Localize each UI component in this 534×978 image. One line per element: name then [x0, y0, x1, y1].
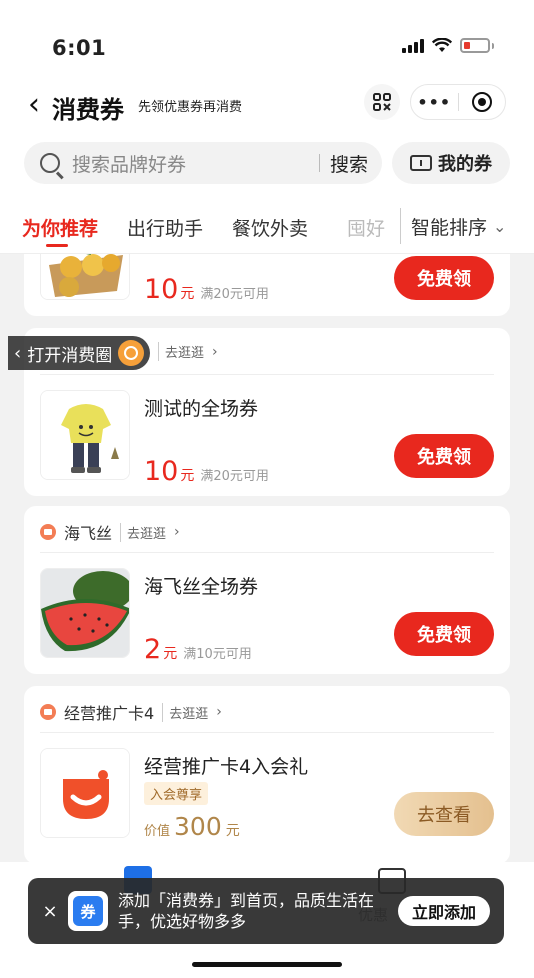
tab-food[interactable]: 餐饮外卖: [232, 214, 308, 241]
search-bar[interactable]: 搜索品牌好券 搜索: [24, 142, 382, 184]
shop-name: 经营推广卡4: [64, 704, 155, 723]
open-circle-label: 打开消费圈: [27, 345, 113, 366]
product-thumbnail: [40, 254, 130, 300]
battery-icon: [460, 38, 490, 53]
visit-shop-link[interactable]: 去逛逛: [162, 702, 208, 722]
coupon-value: 价值 300 元: [144, 812, 240, 841]
add-now-button[interactable]: 立即添加: [398, 896, 490, 926]
tab-active-indicator: [46, 244, 68, 247]
target-icon: [471, 92, 492, 112]
scan-button[interactable]: [364, 84, 400, 120]
back-icon[interactable]: ‹: [28, 90, 40, 120]
coupon-name: 经营推广卡4入会礼: [144, 756, 309, 778]
coupon-name: 海飞丝全场券: [144, 576, 259, 598]
page-subtitle: 先领优惠券再消费: [138, 100, 243, 115]
chevron-down-icon: ⌄: [493, 216, 507, 236]
shop-icon: [40, 524, 56, 540]
price-condition: 满10元可用: [183, 647, 252, 662]
visit-shop-link[interactable]: 去逛逛: [158, 342, 204, 361]
claim-button[interactable]: 免费领: [394, 612, 494, 656]
search-row: 搜索品牌好券 搜索 我的券: [0, 128, 534, 198]
shop-name: 海飞丝: [64, 524, 113, 543]
chevron-right-icon: ›: [216, 704, 222, 720]
oranges-image: [41, 254, 129, 299]
chevron-left-icon: ‹: [14, 342, 22, 364]
price-value: 2: [144, 634, 162, 665]
brand-logo-image: [41, 749, 129, 837]
visit-shop-link[interactable]: 去逛逛: [120, 522, 166, 542]
coupon-card: 10 元 满20元可用 免费领: [24, 254, 510, 316]
chevron-right-icon: ›: [212, 343, 218, 360]
price-unit: 元: [180, 286, 195, 302]
open-circle-button[interactable]: ‹ 打开消费圈: [8, 336, 151, 370]
price-unit: 元: [180, 468, 195, 484]
value-unit: 元: [225, 823, 240, 839]
more-button[interactable]: •••: [411, 93, 458, 112]
mini-program-capsule: •••: [410, 84, 506, 120]
member-tag: 入会尊享: [144, 782, 209, 805]
page-title: 消费券: [52, 96, 124, 124]
price-value: 10: [144, 274, 179, 305]
price-value: 10: [144, 456, 179, 487]
coupon-name: 测试的全场券: [144, 398, 259, 420]
tab-stock[interactable]: 囤好: [347, 214, 385, 241]
status-bar: 6:01: [0, 0, 534, 84]
search-input[interactable]: 搜索品牌好券: [72, 150, 319, 177]
scan-icon: [373, 93, 391, 111]
kids-outfit-image: [41, 391, 129, 479]
status-time: 6:01: [52, 36, 107, 60]
coupon-card: 经营推广卡4 去逛逛 › 经营推广卡4入会礼 入会尊享 价值 300 元 去查看: [24, 686, 510, 864]
divider: [40, 374, 494, 375]
view-button[interactable]: 去查看: [394, 792, 494, 836]
coupon-price: 10 元 满20元可用: [144, 456, 269, 487]
my-coupons-button[interactable]: 我的券: [392, 142, 510, 184]
value-amount: 300: [174, 812, 222, 841]
coupon-card: 海飞丝 去逛逛 › 海飞丝全场券 2 元 满10元可用 免费领: [24, 506, 510, 674]
signal-icon: [402, 38, 424, 53]
product-thumbnail: [40, 748, 130, 838]
coupon-price: 10 元 满20元可用: [144, 274, 269, 305]
product-thumbnail: [40, 568, 130, 658]
ticket-icon: [410, 155, 432, 171]
close-miniprogram-button[interactable]: [458, 92, 505, 112]
claim-button[interactable]: 免费领: [394, 256, 494, 300]
my-coupons-label: 我的券: [438, 154, 492, 175]
chevron-right-icon: ›: [174, 524, 180, 540]
price-unit: 元: [163, 646, 178, 662]
status-icons: [402, 38, 494, 53]
shop-header[interactable]: 海飞丝 去逛逛 ›: [40, 520, 180, 544]
divider: [40, 732, 494, 733]
divider: [40, 552, 494, 553]
search-button[interactable]: 搜索: [320, 150, 382, 177]
home-indicator: [192, 962, 342, 967]
value-label: 价值: [144, 824, 171, 839]
shop-header[interactable]: 经营推广卡4 去逛逛 ›: [40, 700, 222, 724]
tab-recommend[interactable]: 为你推荐: [22, 214, 98, 241]
app-logo: 券: [68, 891, 108, 931]
toast-message: 添加「消费券」到首页，品质生活在手，优选好物多多: [118, 891, 375, 931]
app-logo-text: 券: [73, 896, 103, 926]
close-icon[interactable]: ×: [32, 901, 68, 922]
add-to-home-toast: × 券 添加「消费券」到首页，品质生活在手，优选好物多多 立即添加: [28, 878, 504, 944]
price-condition: 满20元可用: [200, 287, 269, 302]
search-icon: [40, 153, 60, 173]
battery-tip: [492, 42, 494, 49]
category-tabs: 为你推荐 出行助手 餐饮外卖 囤好 智能排序 ⌄: [0, 198, 534, 254]
claim-button[interactable]: 免费领: [394, 434, 494, 478]
tab-travel[interactable]: 出行助手: [127, 214, 203, 241]
price-condition: 满20元可用: [200, 469, 269, 484]
watermelon-image: [41, 569, 129, 657]
sort-label: 智能排序: [411, 216, 488, 239]
nav-bar: ‹ 消费券 先领优惠券再消费 •••: [0, 84, 534, 128]
product-thumbnail: [40, 390, 130, 480]
coupon-price: 2 元 满10元可用: [144, 634, 252, 665]
wifi-icon: [432, 38, 452, 52]
sort-dropdown[interactable]: 智能排序 ⌄: [400, 208, 534, 244]
shop-icon: [40, 704, 56, 720]
circle-icon: [118, 340, 145, 366]
